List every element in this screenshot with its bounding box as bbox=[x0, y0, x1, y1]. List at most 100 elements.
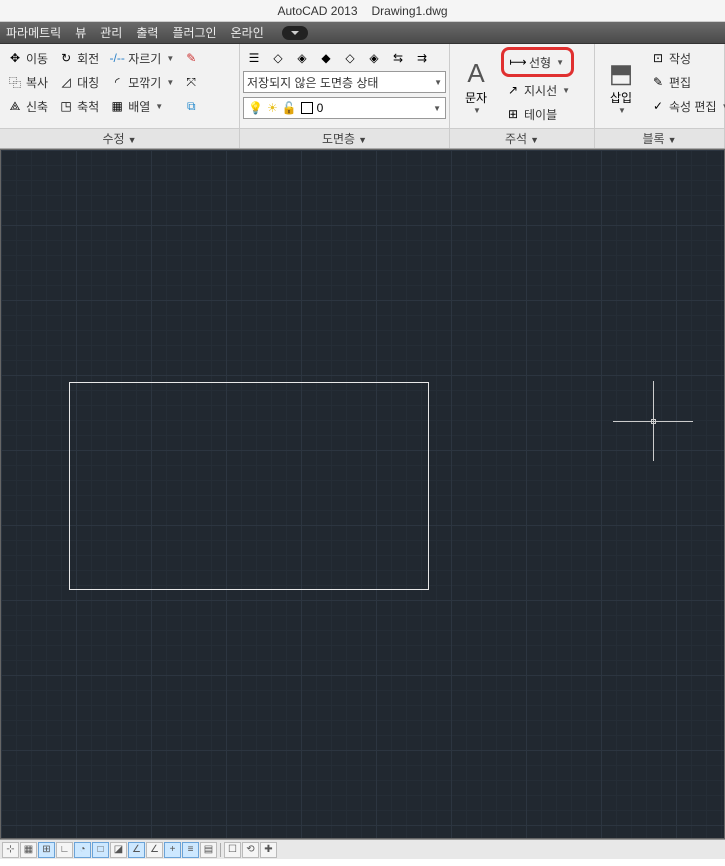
panel-layers: ☰ ◇ ◈ ◆ ◇ ◈ ⇆ ⇉ 저장되지 않은 도면층 상태 ▼ 💡 ☀ 🔓 0… bbox=[240, 44, 450, 148]
layer-off-icon: ◇ bbox=[273, 51, 282, 65]
menu-manage[interactable]: 관리 bbox=[100, 24, 122, 41]
sun-icon: ☀ bbox=[267, 101, 278, 115]
panel-modify-title[interactable]: 수정▼ bbox=[0, 128, 239, 148]
menu-view[interactable]: 뷰 bbox=[75, 24, 86, 41]
layer-state-dropdown[interactable]: 저장되지 않은 도면층 상태 ▼ bbox=[243, 71, 446, 93]
layer-iso-button[interactable]: ◇ bbox=[339, 47, 361, 69]
menu-overflow-icon[interactable] bbox=[282, 26, 308, 40]
chevron-down-icon: ▼ bbox=[556, 58, 564, 67]
stretch-button[interactable]: ⟁ 신축 bbox=[3, 95, 52, 117]
move-button[interactable]: ✥ 이동 bbox=[3, 47, 52, 69]
menu-plugin[interactable]: 플러그인 bbox=[172, 24, 216, 41]
insert-button[interactable]: ⬒ 삽입 ▼ bbox=[598, 47, 644, 125]
menu-output[interactable]: 출력 bbox=[136, 24, 158, 41]
status-bar: ⊹ ▦ ⊞ ∟ ◔ □ ◪ ∠ ∠ + ≡ ▤ ☐ ⟲ ✚ bbox=[0, 839, 725, 859]
dynamic-input-toggle[interactable]: + bbox=[164, 842, 181, 858]
transparency-toggle[interactable]: ▤ bbox=[200, 842, 217, 858]
ducs-toggle[interactable]: ∠ bbox=[146, 842, 163, 858]
osnap3d-toggle[interactable]: ◪ bbox=[110, 842, 127, 858]
array-button[interactable]: ▦ 배열 ▼ bbox=[105, 95, 178, 117]
trim-icon: -/-- bbox=[109, 50, 125, 66]
chevron-down-icon: ▼ bbox=[618, 106, 626, 115]
menu-parametric[interactable]: 파라메트릭 bbox=[6, 24, 61, 41]
infer-constraints-toggle[interactable]: ⊹ bbox=[2, 842, 19, 858]
attr-edit-button[interactable]: ✓ 속성 편집 ▼ bbox=[646, 95, 725, 117]
polar-toggle[interactable]: ◔ bbox=[74, 842, 91, 858]
erase-button[interactable]: ✎ bbox=[180, 47, 202, 69]
snap-toggle[interactable]: ▦ bbox=[20, 842, 37, 858]
array-icon: ▦ bbox=[109, 98, 125, 114]
layer-walk-icon: ⇉ bbox=[417, 51, 427, 65]
quick-properties-toggle[interactable]: ☐ bbox=[224, 842, 241, 858]
linear-dim-highlight: ⟼ 선형 ▼ bbox=[501, 47, 574, 77]
layer-prop-button[interactable]: ☰ bbox=[243, 47, 265, 69]
erase-icon: ✎ bbox=[186, 51, 196, 65]
array-dropdown-icon: ▼ bbox=[155, 102, 163, 111]
layer-color-swatch bbox=[301, 102, 313, 114]
osnap-toggle[interactable]: □ bbox=[92, 842, 109, 858]
panel-modify: ✥ 이동 ⿻ 복사 ⟁ 신축 ↻ 회전 ◿ 대칭 bbox=[0, 44, 240, 148]
drawing-canvas[interactable] bbox=[0, 149, 725, 839]
mirror-button[interactable]: ◿ 대칭 bbox=[54, 71, 103, 93]
explode-button[interactable]: ⤧ bbox=[180, 71, 202, 93]
panel-block: ⬒ 삽입 ▼ ⊡ 작성 ✎ 편집 ✓ 속성 편집 ▼ bbox=[595, 44, 725, 148]
panel-layers-title[interactable]: 도면층▼ bbox=[240, 128, 449, 148]
trim-button[interactable]: -/-- 자르기 ▼ bbox=[105, 47, 178, 69]
linear-dimension-button[interactable]: ⟼ 선형 ▼ bbox=[506, 51, 569, 73]
selection-cycling-toggle[interactable]: ⟲ bbox=[242, 842, 259, 858]
scale-button[interactable]: ◳ 축척 bbox=[54, 95, 103, 117]
layer-off-button[interactable]: ◇ bbox=[267, 47, 289, 69]
title-bar: AutoCAD 2013 Drawing1.dwg bbox=[0, 0, 725, 22]
layer-name: 0 bbox=[317, 101, 324, 115]
ribbon: ✥ 이동 ⿻ 복사 ⟁ 신축 ↻ 회전 ◿ 대칭 bbox=[0, 44, 725, 149]
app-name: AutoCAD 2013 bbox=[277, 4, 357, 18]
move-icon: ✥ bbox=[7, 50, 23, 66]
panel-annotation-title[interactable]: 주석▼ bbox=[450, 128, 594, 148]
lineweight-toggle[interactable]: ≡ bbox=[182, 842, 199, 858]
layer-freeze-button[interactable]: ◈ bbox=[291, 47, 313, 69]
layer-uniso-button[interactable]: ◈ bbox=[363, 47, 385, 69]
rectangle-object[interactable] bbox=[69, 382, 429, 590]
table-button[interactable]: ⊞ 테이블 bbox=[501, 103, 574, 125]
layer-uniso-icon: ◈ bbox=[369, 51, 378, 65]
copy-button[interactable]: ⿻ 복사 bbox=[3, 71, 52, 93]
fillet-button[interactable]: ◜ 모깎기 ▼ bbox=[105, 71, 178, 93]
panel-block-title[interactable]: 블록▼ bbox=[595, 128, 724, 148]
linear-dim-icon: ⟼ bbox=[510, 54, 526, 70]
ortho-toggle[interactable]: ∟ bbox=[56, 842, 73, 858]
chevron-down-icon: ▼ bbox=[434, 78, 442, 87]
current-layer-dropdown[interactable]: 💡 ☀ 🔓 0 ▼ bbox=[243, 97, 446, 119]
layer-iso-icon: ◇ bbox=[345, 51, 354, 65]
create-block-icon: ⊡ bbox=[650, 50, 666, 66]
chevron-down-icon: ▼ bbox=[433, 104, 441, 113]
file-name: Drawing1.dwg bbox=[372, 4, 448, 18]
layer-prop-icon: ☰ bbox=[249, 51, 260, 65]
layer-match-icon: ⇆ bbox=[393, 51, 403, 65]
separator bbox=[220, 843, 221, 857]
scale-icon: ◳ bbox=[58, 98, 74, 114]
layer-lock-button[interactable]: ◆ bbox=[315, 47, 337, 69]
fillet-dropdown-icon: ▼ bbox=[166, 78, 174, 87]
status-tray-icon[interactable]: ✚ bbox=[260, 842, 277, 858]
layer-match-button[interactable]: ⇆ bbox=[387, 47, 409, 69]
insert-icon: ⬒ bbox=[605, 57, 637, 89]
grid-toggle[interactable]: ⊞ bbox=[38, 842, 55, 858]
edit-block-button[interactable]: ✎ 편집 bbox=[646, 71, 725, 93]
table-icon: ⊞ bbox=[505, 106, 521, 122]
stretch-icon: ⟁ bbox=[7, 98, 23, 114]
text-button[interactable]: A 문자 ▼ bbox=[453, 47, 499, 125]
rotate-button[interactable]: ↻ 회전 bbox=[54, 47, 103, 69]
fillet-icon: ◜ bbox=[109, 74, 125, 90]
leader-button[interactable]: ↗ 지시선 ▼ bbox=[501, 79, 574, 101]
layer-walk-button[interactable]: ⇉ bbox=[411, 47, 433, 69]
menu-online[interactable]: 온라인 bbox=[231, 24, 264, 41]
attr-edit-icon: ✓ bbox=[650, 98, 666, 114]
text-icon: A bbox=[460, 57, 492, 89]
otrack-toggle[interactable]: ∠ bbox=[128, 842, 145, 858]
copy-icon: ⿻ bbox=[7, 74, 23, 90]
create-block-button[interactable]: ⊡ 작성 bbox=[646, 47, 725, 69]
lock-open-icon: 🔓 bbox=[282, 101, 297, 115]
offset-button[interactable]: ⧉ bbox=[180, 95, 202, 117]
menu-bar: 파라메트릭 뷰 관리 출력 플러그인 온라인 bbox=[0, 22, 725, 44]
offset-icon: ⧉ bbox=[187, 99, 196, 114]
